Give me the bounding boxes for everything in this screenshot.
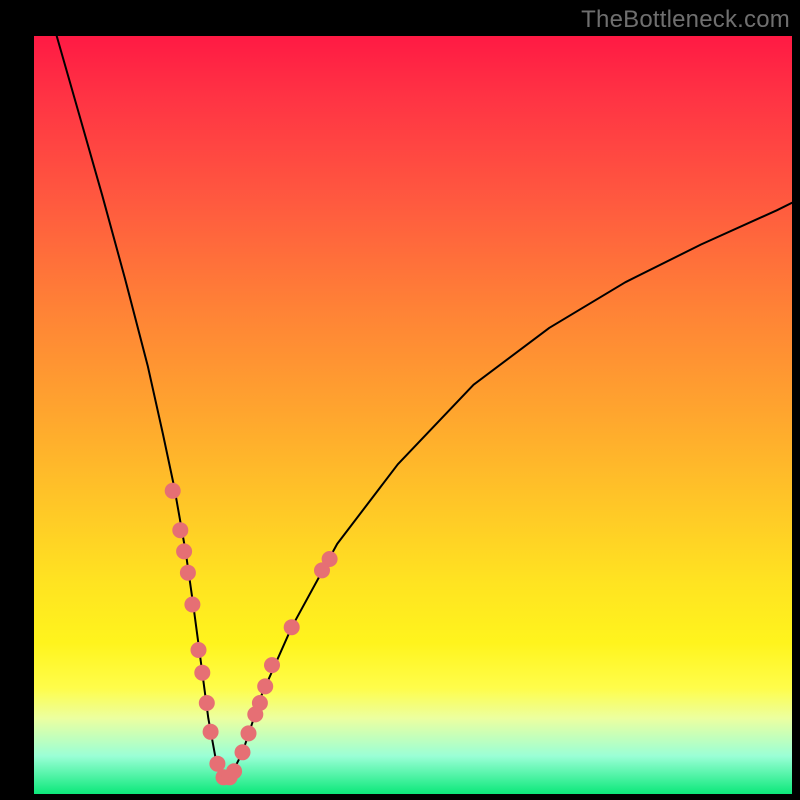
data-point — [191, 642, 207, 658]
data-point — [209, 756, 225, 772]
bottleneck-plot — [34, 36, 792, 794]
data-point — [235, 744, 251, 760]
bottleneck-curve — [57, 36, 792, 779]
watermark-text: TheBottleneck.com — [581, 6, 790, 34]
data-point — [322, 551, 338, 567]
data-point — [180, 565, 196, 581]
data-point — [252, 695, 268, 711]
data-point — [199, 695, 215, 711]
chart-area — [34, 36, 792, 794]
data-point — [165, 483, 181, 499]
data-point — [264, 657, 280, 673]
data-point — [284, 619, 300, 635]
data-point — [241, 725, 257, 741]
data-point — [226, 763, 242, 779]
data-point — [176, 543, 192, 559]
data-point-group — [165, 483, 338, 786]
data-point — [203, 724, 219, 740]
data-point — [257, 678, 273, 694]
data-point — [184, 597, 200, 613]
data-point — [172, 522, 188, 538]
data-point — [194, 665, 210, 681]
